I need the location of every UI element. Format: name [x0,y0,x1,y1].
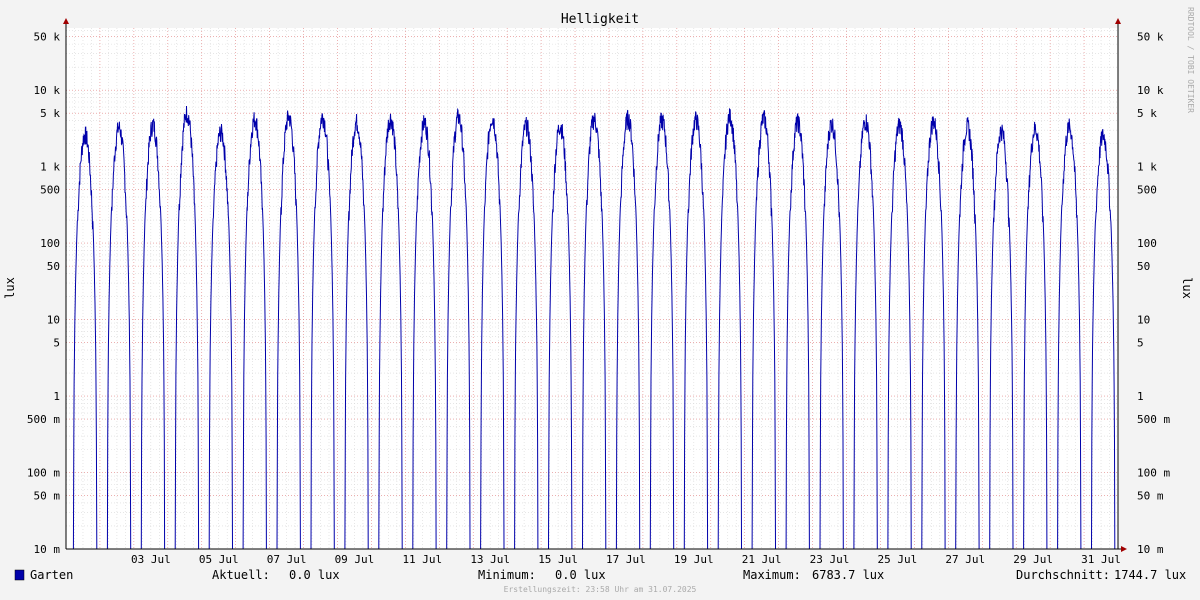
x-tick-label: 11 Jul [402,553,442,566]
x-tick-label: 19 Jul [674,553,714,566]
y-tick-label-right: 50 m [1137,490,1164,503]
legend-maximum-label: Maximum: [743,568,801,582]
y-tick-label-left: 1 k [40,161,60,174]
y-tick-label-right: 10 [1137,314,1150,327]
x-tick-label: 15 Jul [538,553,578,566]
y-tick-label-left: 10 k [34,84,61,97]
x-tick-label: 23 Jul [810,553,850,566]
watermark: RRDTOOL / TOBI OETIKER [1186,7,1195,113]
y-tick-label-right: 10 m [1137,543,1164,556]
chart: 10 m 10 m 50 m 50 m 100 m 100 m 500 m 500 m 1 1 5 5… [0,0,1200,600]
y-tick-label-right: 100 [1137,237,1157,250]
y-tick-label-right: 500 [1137,184,1157,197]
y-tick-label-left: 50 k [34,31,61,44]
y-tick-label-left: 5 k [40,107,60,120]
y-tick-label-left: 1 [53,390,60,403]
y-tick-label-left: 500 [40,184,60,197]
chart-root: 10 m 10 m 50 m 50 m 100 m 100 m 500 m 500 m 1 1 5 5… [0,0,1200,600]
y-tick-label-left: 10 m [34,543,61,556]
y-tick-label-right: 1 [1137,390,1144,403]
legend-swatch [14,569,25,581]
legend-current-label: Aktuell: [212,568,270,582]
y-tick-label-left: 100 [40,237,60,250]
y-tick-label-right: 50 [1137,260,1150,273]
x-tick-label: 13 Jul [470,553,510,566]
y-tick-label-left: 10 [47,314,60,327]
y-tick-label-left: 50 m [34,490,61,503]
y-tick-label-left: 50 [47,260,60,273]
y-tick-label-right: 5 k [1137,107,1157,120]
legend-series-label: Garten [30,568,73,582]
x-tick-label: 31 Jul [1081,553,1121,566]
y-tick-label-left: 5 [53,337,60,350]
y-tick-label-right: 500 m [1137,413,1170,426]
x-tick-label: 29 Jul [1013,553,1053,566]
x-tick-label: 17 Jul [606,553,646,566]
x-tick-label: 07 Jul [267,553,307,566]
y-tick-label-left: 100 m [27,467,60,480]
chart-title: Helligkeit [561,12,639,27]
x-tick-label: 03 Jul [131,553,171,566]
legend-maximum-value: 6783.7 lux [812,568,884,582]
y-tick-label-right: 50 k [1137,31,1164,44]
x-tick-label: 09 Jul [335,553,375,566]
x-tick-label: 21 Jul [742,553,782,566]
legend-average-label: Durchschnitt: [1016,568,1110,582]
x-tick-label: 25 Jul [878,553,918,566]
legend-minimum-value: 0.0 lux [555,568,606,582]
legend-minimum-label: Minimum: [478,568,536,582]
y-axis-label-right: lux [1180,277,1194,299]
legend-current-value: 0.0 lux [289,568,340,582]
legend-average-value: 1744.7 lux [1114,568,1186,582]
y-tick-label-right: 100 m [1137,467,1170,480]
y-tick-label-right: 10 k [1137,84,1164,97]
x-tick-label: 05 Jul [199,553,239,566]
x-tick-label: 27 Jul [945,553,985,566]
y-tick-label-right: 1 k [1137,161,1157,174]
y-axis-label-left: lux [3,277,17,299]
footer-timestamp: Erstellungszeit: 23:58 Uhr am 31.07.2025 [504,585,697,594]
y-tick-label-left: 500 m [27,413,60,426]
y-tick-label-right: 5 [1137,337,1144,350]
